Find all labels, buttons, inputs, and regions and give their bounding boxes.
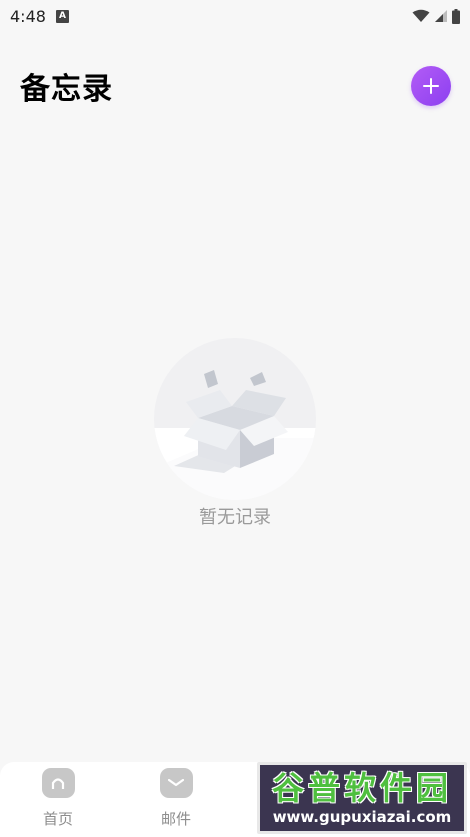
empty-state-message: 暂无记录 <box>199 507 271 528</box>
notification-badge-icon: A <box>55 9 69 23</box>
plus-icon <box>423 78 439 94</box>
watermark-url: www.gupuxiazai.com <box>272 808 452 826</box>
status-bar: 4:48 A <box>0 0 470 32</box>
status-time: 4:48 <box>10 6 46 26</box>
nav-label-home: 首页 <box>42 810 73 828</box>
page-title: 备忘录 <box>20 72 113 107</box>
battery-icon <box>452 8 460 24</box>
watermark: 谷普软件园 www.gupuxiazai.com <box>257 762 467 834</box>
nav-item-mail[interactable]: 邮件 <box>141 762 211 837</box>
home-icon <box>41 768 75 798</box>
nav-label-mail: 邮件 <box>160 810 191 828</box>
mail-icon <box>159 768 193 798</box>
wifi-icon <box>412 9 430 22</box>
add-note-button[interactable] <box>411 66 451 106</box>
watermark-title: 谷普软件园 <box>271 769 452 807</box>
empty-box-icon <box>154 338 316 500</box>
signal-icon <box>435 10 447 22</box>
nav-item-home[interactable]: 首页 <box>23 762 93 837</box>
status-icons <box>412 8 460 24</box>
